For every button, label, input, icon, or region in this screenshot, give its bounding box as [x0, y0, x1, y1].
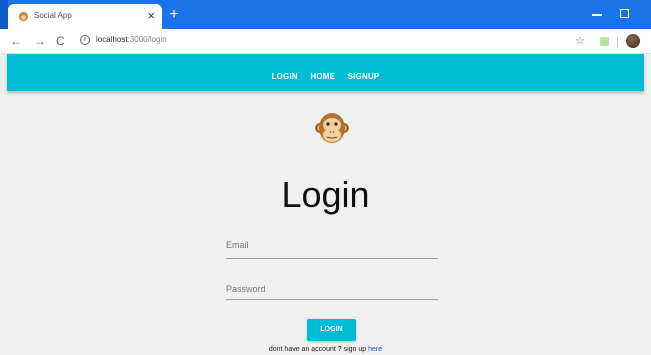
profile-avatar[interactable] — [626, 34, 640, 48]
extension-icon[interactable] — [600, 37, 609, 46]
nav-signup[interactable]: SIGNUP — [348, 72, 380, 81]
browser-tabstrip: Social App × + — [0, 0, 651, 29]
tab-title: Social App — [34, 11, 72, 20]
nav-login[interactable]: LOGIN — [272, 72, 298, 81]
browser-tab[interactable]: Social App × — [8, 4, 162, 29]
url-host: localhost — [96, 35, 128, 44]
forward-arrow-icon[interactable]: → — [34, 33, 46, 49]
password-underline — [226, 299, 438, 300]
restore-window-icon[interactable] — [620, 9, 629, 18]
signup-here-link[interactable]: here — [368, 346, 382, 353]
tabstrip-accent — [0, 0, 8, 29]
new-tab-button[interactable]: + — [166, 7, 182, 23]
signup-prompt: dont have an account ? sign up here — [0, 346, 651, 353]
bookmark-star-icon[interactable]: ☆ — [575, 33, 585, 49]
url-text: localhost:3000/login — [96, 35, 167, 44]
app-navbar: LOGIN HOME SIGNUP — [7, 54, 644, 91]
signup-prompt-text: dont have an account ? sign up — [268, 346, 367, 353]
login-submit-button[interactable]: LOGIN — [307, 319, 356, 341]
email-field[interactable]: Email — [226, 240, 438, 260]
minimize-icon[interactable] — [592, 14, 602, 16]
page-title: Login — [281, 174, 370, 215]
monkey-logo-icon — [315, 113, 349, 143]
site-info-icon[interactable]: i — [80, 35, 90, 45]
email-underline — [226, 258, 438, 259]
nav-links: LOGIN HOME SIGNUP — [7, 66, 644, 84]
url-path: :3000/login — [127, 35, 167, 44]
password-field[interactable]: Password — [226, 284, 438, 304]
close-tab-icon[interactable]: × — [147, 7, 155, 24]
nav-home[interactable]: HOME — [310, 72, 335, 81]
password-label: Password — [226, 284, 266, 294]
browser-toolbar: ← → C i localhost:3000/login ☆ — [0, 29, 651, 54]
email-label: Email — [226, 240, 249, 250]
reload-icon[interactable]: C — [56, 33, 65, 49]
app-viewport: LOGIN HOME SIGNUP Login Email Password L… — [0, 54, 651, 355]
address-bar[interactable]: i localhost:3000/login — [76, 32, 556, 50]
toolbar-divider — [617, 37, 618, 47]
monkey-favicon-icon — [18, 11, 29, 22]
back-arrow-icon[interactable]: ← — [10, 33, 22, 49]
